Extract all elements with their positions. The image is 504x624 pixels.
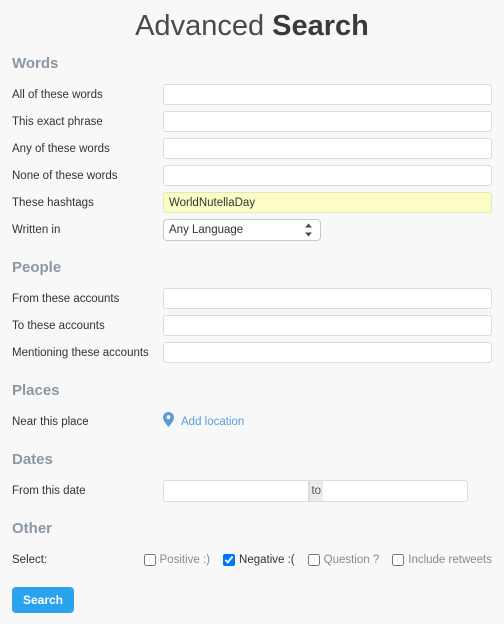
input-this-exact-phrase[interactable]: [163, 111, 492, 132]
checkbox-question[interactable]: Question ?: [307, 553, 380, 566]
field-row-these-hashtags: These hashtags: [0, 189, 504, 216]
field-row-any-of-these-words: Any of these words: [0, 135, 504, 162]
field-row-none-of-these-words: None of these words: [0, 162, 504, 189]
label-from-this-date: From this date: [12, 484, 86, 497]
input-from-these-accounts[interactable]: [163, 288, 492, 309]
checkbox-include-retweets-label: Include retweets: [408, 553, 492, 566]
field-row-select: Select: Positive :) Negative :( Question…: [0, 546, 504, 573]
label-written-in: Written in: [12, 223, 61, 236]
add-location-label: Add location: [181, 415, 245, 428]
search-button[interactable]: Search: [12, 587, 74, 613]
label-any-of-these-words: Any of these words: [12, 142, 110, 155]
page-title-suffix: Search: [272, 10, 369, 42]
label-mentioning-these-accounts: Mentioning these accounts: [12, 346, 149, 359]
page-title-prefix: Advanced: [135, 10, 265, 42]
input-date-from[interactable]: [163, 479, 309, 502]
checkbox-negative[interactable]: Negative :(: [223, 553, 295, 566]
checkbox-include-retweets[interactable]: Include retweets: [392, 553, 492, 566]
date-range-separator: to: [308, 479, 323, 502]
input-none-of-these-words[interactable]: [163, 165, 492, 186]
checkbox-negative-label: Negative :(: [239, 553, 295, 566]
checkbox-positive-label: Positive :): [159, 553, 211, 566]
input-any-of-these-words[interactable]: [163, 138, 492, 159]
add-location-link[interactable]: Add location: [163, 411, 492, 432]
map-pin-icon: [163, 411, 174, 432]
page-title: Advanced Search: [0, 0, 504, 41]
checkbox-negative-input[interactable]: [223, 553, 236, 566]
field-row-near-this-place: Near this place Add location: [0, 408, 504, 435]
sentiment-checkbox-group: Positive :) Negative :( Question ? Inclu…: [143, 553, 492, 566]
date-range-group: to: [163, 479, 468, 502]
section-heading-other: Other: [12, 520, 53, 537]
input-these-hashtags[interactable]: [163, 192, 492, 213]
input-date-to[interactable]: [322, 479, 468, 502]
input-to-these-accounts[interactable]: [163, 315, 492, 336]
field-row-to-these-accounts: To these accounts: [0, 312, 504, 339]
input-mentioning-these-accounts[interactable]: [163, 342, 492, 363]
field-row-from-this-date: From this date to: [0, 477, 504, 504]
section-heading-places: Places: [12, 382, 60, 399]
label-all-of-these-words: All of these words: [12, 88, 103, 101]
label-this-exact-phrase: This exact phrase: [12, 115, 103, 128]
label-from-these-accounts: From these accounts: [12, 292, 120, 305]
label-these-hashtags: These hashtags: [12, 196, 94, 209]
checkbox-question-input[interactable]: [307, 553, 320, 566]
input-all-of-these-words[interactable]: [163, 84, 492, 105]
section-heading-words: Words: [12, 55, 59, 72]
section-heading-dates: Dates: [12, 451, 53, 468]
label-select: Select:: [12, 553, 48, 566]
checkbox-positive[interactable]: Positive :): [143, 553, 211, 566]
field-row-mentioning-these-accounts: Mentioning these accounts: [0, 339, 504, 366]
field-row-all-of-these-words: All of these words: [0, 81, 504, 108]
field-row-from-these-accounts: From these accounts: [0, 285, 504, 312]
section-heading-people: People: [12, 259, 62, 276]
language-select-wrap: Any Language: [163, 218, 321, 241]
field-row-this-exact-phrase: This exact phrase: [0, 108, 504, 135]
label-near-this-place: Near this place: [12, 415, 89, 428]
checkbox-include-retweets-input[interactable]: [392, 553, 405, 566]
label-to-these-accounts: To these accounts: [12, 319, 105, 332]
select-written-in[interactable]: Any Language: [163, 218, 321, 241]
advanced-search-page: Advanced Search Words All of these words…: [0, 0, 504, 624]
label-none-of-these-words: None of these words: [12, 169, 118, 182]
checkbox-positive-input[interactable]: [143, 553, 156, 566]
checkbox-question-label: Question ?: [323, 553, 380, 566]
field-row-written-in: Written in Any Language: [0, 216, 504, 243]
